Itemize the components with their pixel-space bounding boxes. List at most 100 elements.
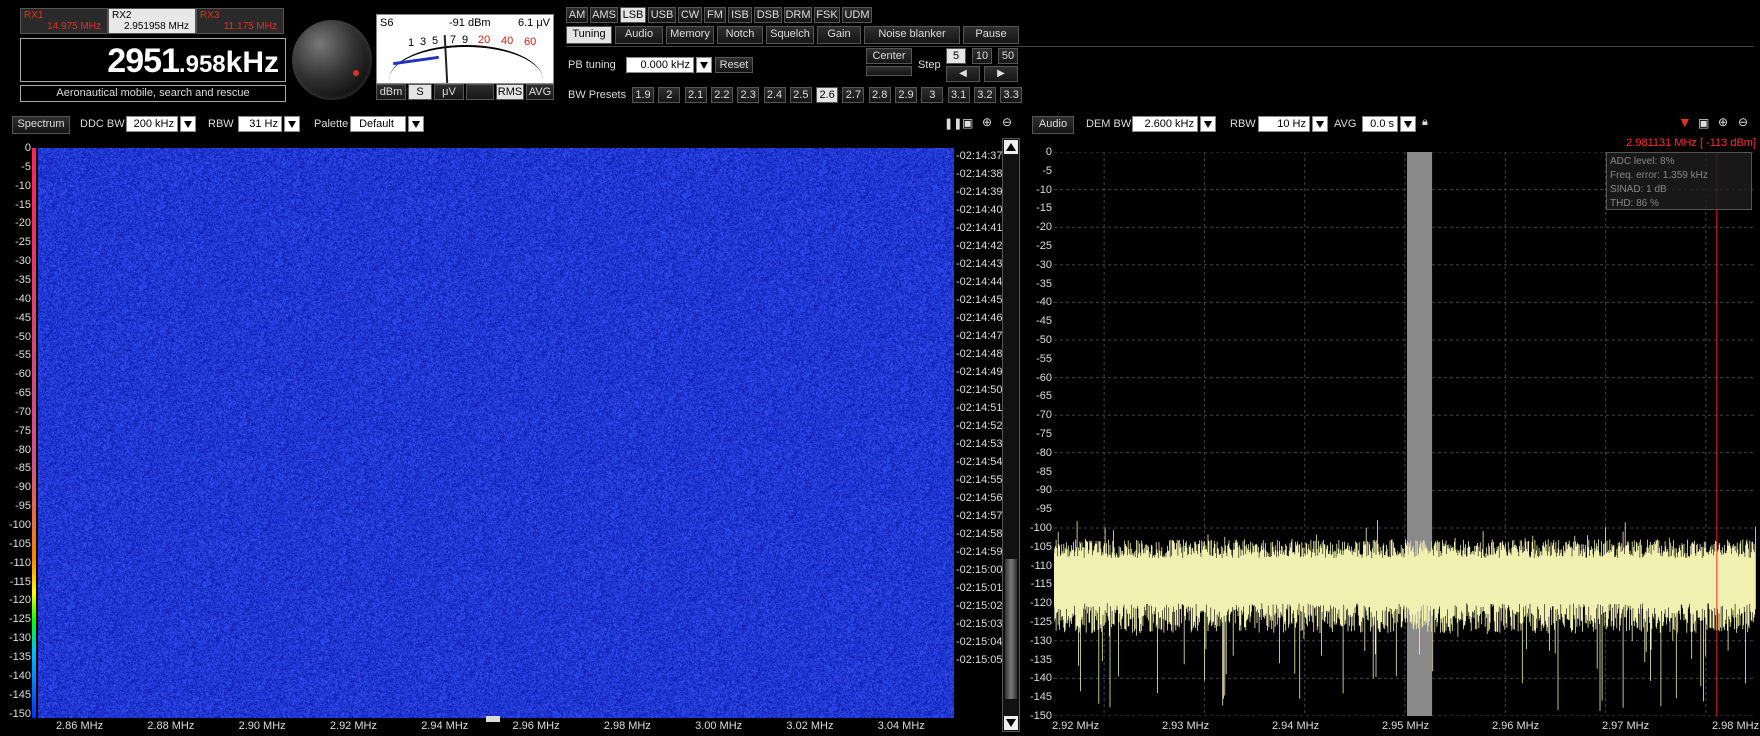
zoom-in-icon[interactable]: ⊕ [982, 115, 992, 129]
audio-freq-label: 2.97 MHz [1602, 720, 1650, 732]
avg-label: AVG [1334, 118, 1357, 130]
scroll-down-icon[interactable] [1004, 716, 1018, 730]
avg-button[interactable]: AVG [526, 84, 554, 100]
tuning-knob[interactable] [292, 20, 372, 100]
mode-am-button[interactable]: AM [566, 7, 588, 23]
waterfall-scrollbar[interactable] [1002, 138, 1020, 732]
pb-tuning-label: PB tuning [568, 59, 616, 71]
uv-button[interactable]: μV [434, 84, 464, 100]
db-tick-label: -55 [15, 349, 31, 362]
tab-memory[interactable]: Memory [666, 26, 714, 44]
s-button[interactable]: S [408, 84, 432, 100]
tune-marker[interactable] [486, 716, 500, 722]
ddc-bw-field[interactable]: 200 kHz [126, 116, 178, 132]
rbw-dropdown-icon[interactable] [284, 116, 300, 132]
timestamp-label: -02:14:56 [956, 492, 1003, 504]
rx3-tab[interactable]: RX3 11.175 MHz [196, 8, 284, 34]
waterfall-freq-label: 3.04 MHz [877, 720, 925, 732]
tab-noise-blanker[interactable]: Noise blanker [864, 26, 960, 44]
tab-gain[interactable]: Gain [817, 26, 861, 44]
mode-fm-button[interactable]: FM [704, 7, 726, 23]
palette-dropdown-icon[interactable] [408, 116, 424, 132]
scale-20: 20 [478, 34, 491, 46]
freq-unit: kHz [225, 46, 279, 79]
step-right-icon[interactable]: ▶ [984, 66, 1018, 82]
tab-audio[interactable]: Audio [615, 26, 663, 44]
audio-db-tick-label: -25 [1036, 240, 1052, 252]
dem-bw-field[interactable]: 2.600 kHz [1132, 116, 1198, 132]
scroll-up-icon[interactable] [1004, 140, 1018, 154]
scroll-thumb[interactable] [1005, 559, 1017, 699]
tab-squelch[interactable]: Squelch [766, 26, 814, 44]
ddc-bw-dropdown-icon[interactable] [180, 116, 196, 132]
waterfall-display[interactable] [38, 148, 954, 718]
mode-dsb-button[interactable]: DSB [754, 7, 782, 23]
avg-dropdown-icon[interactable] [1400, 116, 1416, 132]
audio-spectrum-plot[interactable] [1054, 152, 1756, 716]
mode-lsb-button[interactable]: LSB [620, 7, 646, 23]
rx2-tab[interactable]: RX2 2.951958 MHz [108, 8, 196, 34]
bw-preset-button[interactable]: 2.5 [789, 87, 812, 103]
bw-preset-button[interactable]: 3.1 [947, 87, 970, 103]
step-label: Step [918, 59, 941, 71]
spectrum-button[interactable]: Spectrum [12, 116, 70, 134]
bw-preset-button[interactable]: 2.7 [842, 87, 865, 103]
db-tick-label: -145 [8, 688, 31, 701]
rx1-tab[interactable]: RX1 14.975 MHz [20, 8, 108, 34]
mode-drm-button[interactable]: DRM [784, 7, 812, 23]
tab-tuning[interactable]: Tuning [566, 26, 612, 44]
save-icon[interactable]: ▣ [962, 116, 973, 130]
audio-zoom-out-icon[interactable]: ⊖ [1738, 115, 1748, 129]
bw-preset-button[interactable]: 2.9 [895, 87, 917, 103]
mode-isb-button[interactable]: ISB [728, 7, 752, 23]
frequency-display[interactable]: 2951.958kHz [20, 38, 286, 82]
audio-zoom-in-icon[interactable]: ⊕ [1718, 115, 1728, 129]
marker-icon[interactable]: ▼ [1678, 114, 1692, 130]
mode-ams-button[interactable]: AMS [590, 7, 618, 23]
db-tick-label: -90 [15, 481, 31, 494]
audio-save-icon[interactable]: ▣ [1698, 116, 1709, 130]
tab-notch[interactable]: Notch [717, 26, 763, 44]
zoom-out-icon[interactable]: ⊖ [1002, 115, 1012, 129]
audio-rbw-field[interactable]: 10 Hz [1258, 116, 1310, 132]
bw-preset-button[interactable]: 1.9 [632, 87, 654, 103]
bw-preset-button[interactable]: 3.3 [1000, 87, 1023, 103]
audio-rbw-dropdown-icon[interactable] [1312, 116, 1328, 132]
bw-preset-button[interactable]: 2 [658, 87, 681, 103]
rbw-field[interactable]: 31 Hz [238, 116, 282, 132]
bw-preset-button[interactable]: 2.6 [816, 87, 839, 103]
bw-preset-button[interactable]: 2.2 [710, 87, 733, 103]
audio-button[interactable]: Audio [1032, 116, 1074, 134]
bw-preset-button[interactable]: 2.3 [737, 87, 760, 103]
bw-preset-button[interactable]: 2.1 [684, 87, 707, 103]
audio-db-tick-label: -60 [1036, 371, 1052, 384]
db-tick-label: -130 [8, 632, 31, 645]
blank-button[interactable] [466, 84, 494, 100]
pause-icon[interactable]: ❚❚ [944, 117, 962, 130]
reset-button[interactable]: Reset [715, 57, 753, 73]
dem-bw-dropdown-icon[interactable] [1200, 116, 1216, 132]
audio-freq-label: 2.95 MHz [1382, 720, 1430, 732]
step-left-icon[interactable]: ◀ [946, 66, 980, 82]
center-button[interactable]: Center [866, 48, 912, 64]
palette-field[interactable]: Default [350, 116, 406, 132]
bw-preset-button[interactable]: 2.4 [763, 87, 786, 103]
dbm-button[interactable]: dBm [376, 84, 406, 100]
mode-udm-button[interactable]: UDM [842, 7, 872, 23]
tab-pause[interactable]: Pause [963, 26, 1019, 44]
step-50-button[interactable]: 50 [998, 48, 1018, 64]
step-10-button[interactable]: 10 [972, 48, 992, 64]
rms-button[interactable]: RMS [496, 84, 524, 100]
timestamp-label: -02:14:39 [956, 186, 1003, 198]
mode-fsk-button[interactable]: FSK [814, 7, 840, 23]
mode-usb-button[interactable]: USB [648, 7, 676, 23]
step-5-button[interactable]: 5 [946, 48, 966, 64]
bw-preset-button[interactable]: 3.2 [973, 87, 996, 103]
lock-icon[interactable]: 🔒︎ [1422, 116, 1428, 129]
bw-preset-button[interactable]: 2.8 [868, 87, 891, 103]
pb-tuning-dropdown-icon[interactable] [696, 57, 712, 73]
mode-cw-button[interactable]: CW [678, 7, 702, 23]
bw-preset-button[interactable]: 3 [921, 87, 944, 103]
avg-field[interactable]: 0.0 s [1362, 116, 1398, 132]
pb-tuning-field[interactable]: 0.000 kHz [626, 57, 694, 73]
